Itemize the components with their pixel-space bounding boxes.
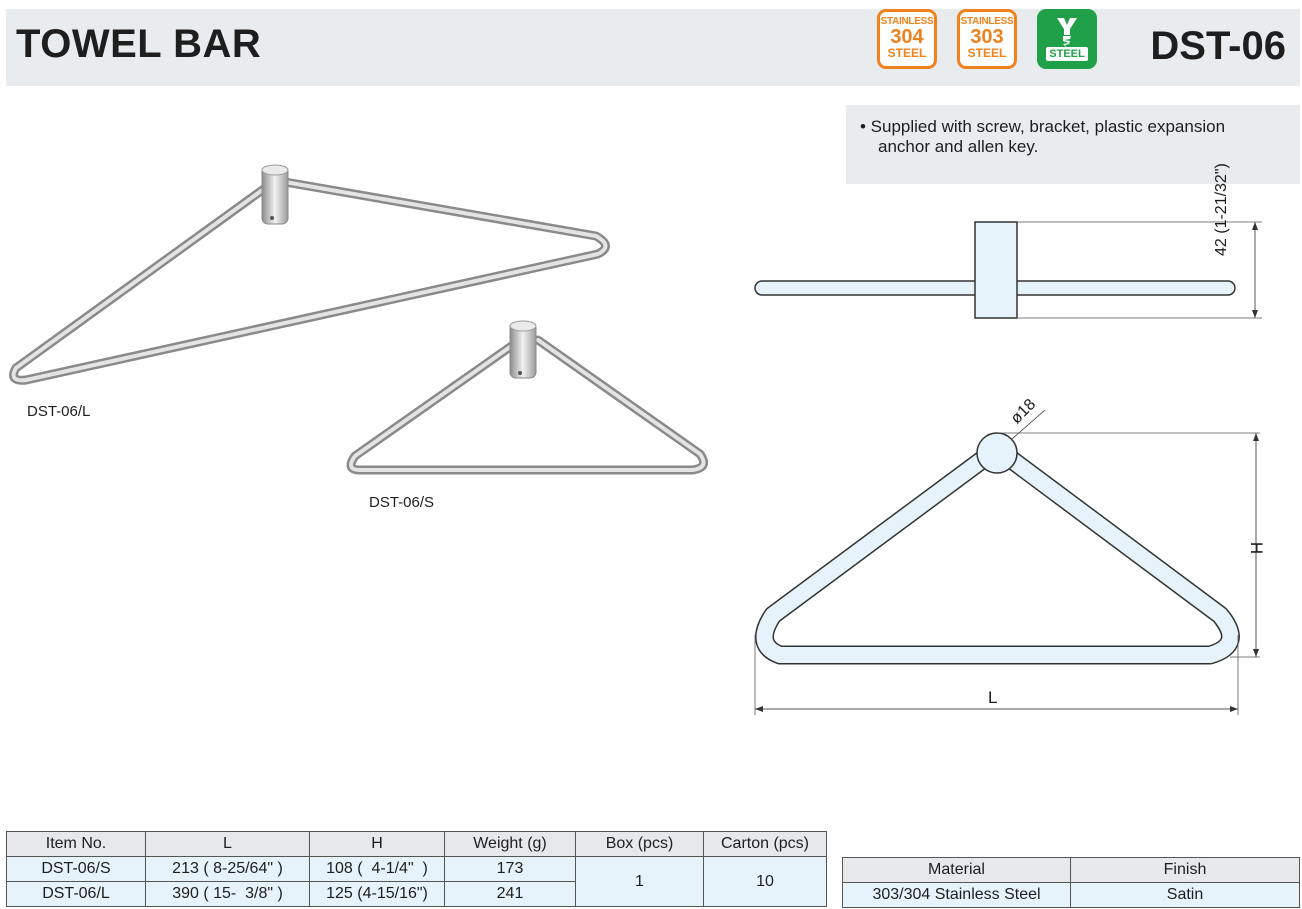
col-carton: Carton (pcs) [703,831,827,857]
material-header-row: Material Finish [842,857,1300,883]
height-label: H [1247,541,1267,555]
col-weight: Weight (g) [444,831,576,857]
col-material: Material [842,857,1071,883]
spec-table: Item No. L H Weight (g) Box (pcs) Carton… [6,831,827,907]
spec-header-row: Item No. L H Weight (g) Box (pcs) Carton… [6,831,827,857]
side-view [754,221,1262,319]
note-line-1: • Supplied with screw, bracket, plastic … [860,117,1226,136]
carton-cell: 10 [703,856,827,907]
front-view [754,409,1260,715]
side-dimension-label: 42 (1-21/32") [1213,163,1230,256]
page-title: TOWEL BAR [16,22,262,66]
screw-icon [1057,18,1077,48]
small-towel-bar [346,320,709,475]
h-cell: 125 (4-15/16") [309,881,445,907]
col-h: H [309,831,445,857]
supply-note: • Supplied with screw, bracket, plastic … [846,105,1300,184]
stainless-304-badge: STAINLESS 304 STEEL [877,9,937,69]
technical-drawing [754,221,1262,715]
steel-screw-badge: STEEL [1037,9,1097,69]
small-model-label: DST-06/S [369,494,435,511]
table-row: 303/304 Stainless Steel Satin [842,882,1300,908]
stainless-303-badge: STAINLESS 303 STEEL [957,9,1017,69]
table-row: DST-06/S 213 ( 8-25/64" ) 108 ( 4-1/4" )… [6,856,827,907]
box-cell: 1 [575,856,704,907]
material-cell: 303/304 Stainless Steel [842,882,1071,908]
l-cell: 213 ( 8-25/64" ) [145,856,310,882]
col-box: Box (pcs) [575,831,704,857]
item-no-cell: DST-06/S [6,856,146,882]
col-item-no: Item No. [6,831,146,857]
material-table: Material Finish 303/304 Stainless Steel … [842,857,1300,908]
weight-cell: 173 [444,856,576,882]
product-photo [9,164,709,475]
length-label: L [988,688,998,707]
finish-cell: Satin [1070,882,1300,908]
product-code: DST-06 [1150,24,1286,68]
item-no-cell: DST-06/L [6,881,146,907]
col-l: L [145,831,310,857]
h-cell: 108 ( 4-1/4" ) [309,856,445,882]
large-model-label: DST-06/L [27,403,91,420]
l-cell: 390 ( 15- 3/8" ) [145,881,310,907]
weight-cell: 241 [444,881,576,907]
col-finish: Finish [1070,857,1300,883]
